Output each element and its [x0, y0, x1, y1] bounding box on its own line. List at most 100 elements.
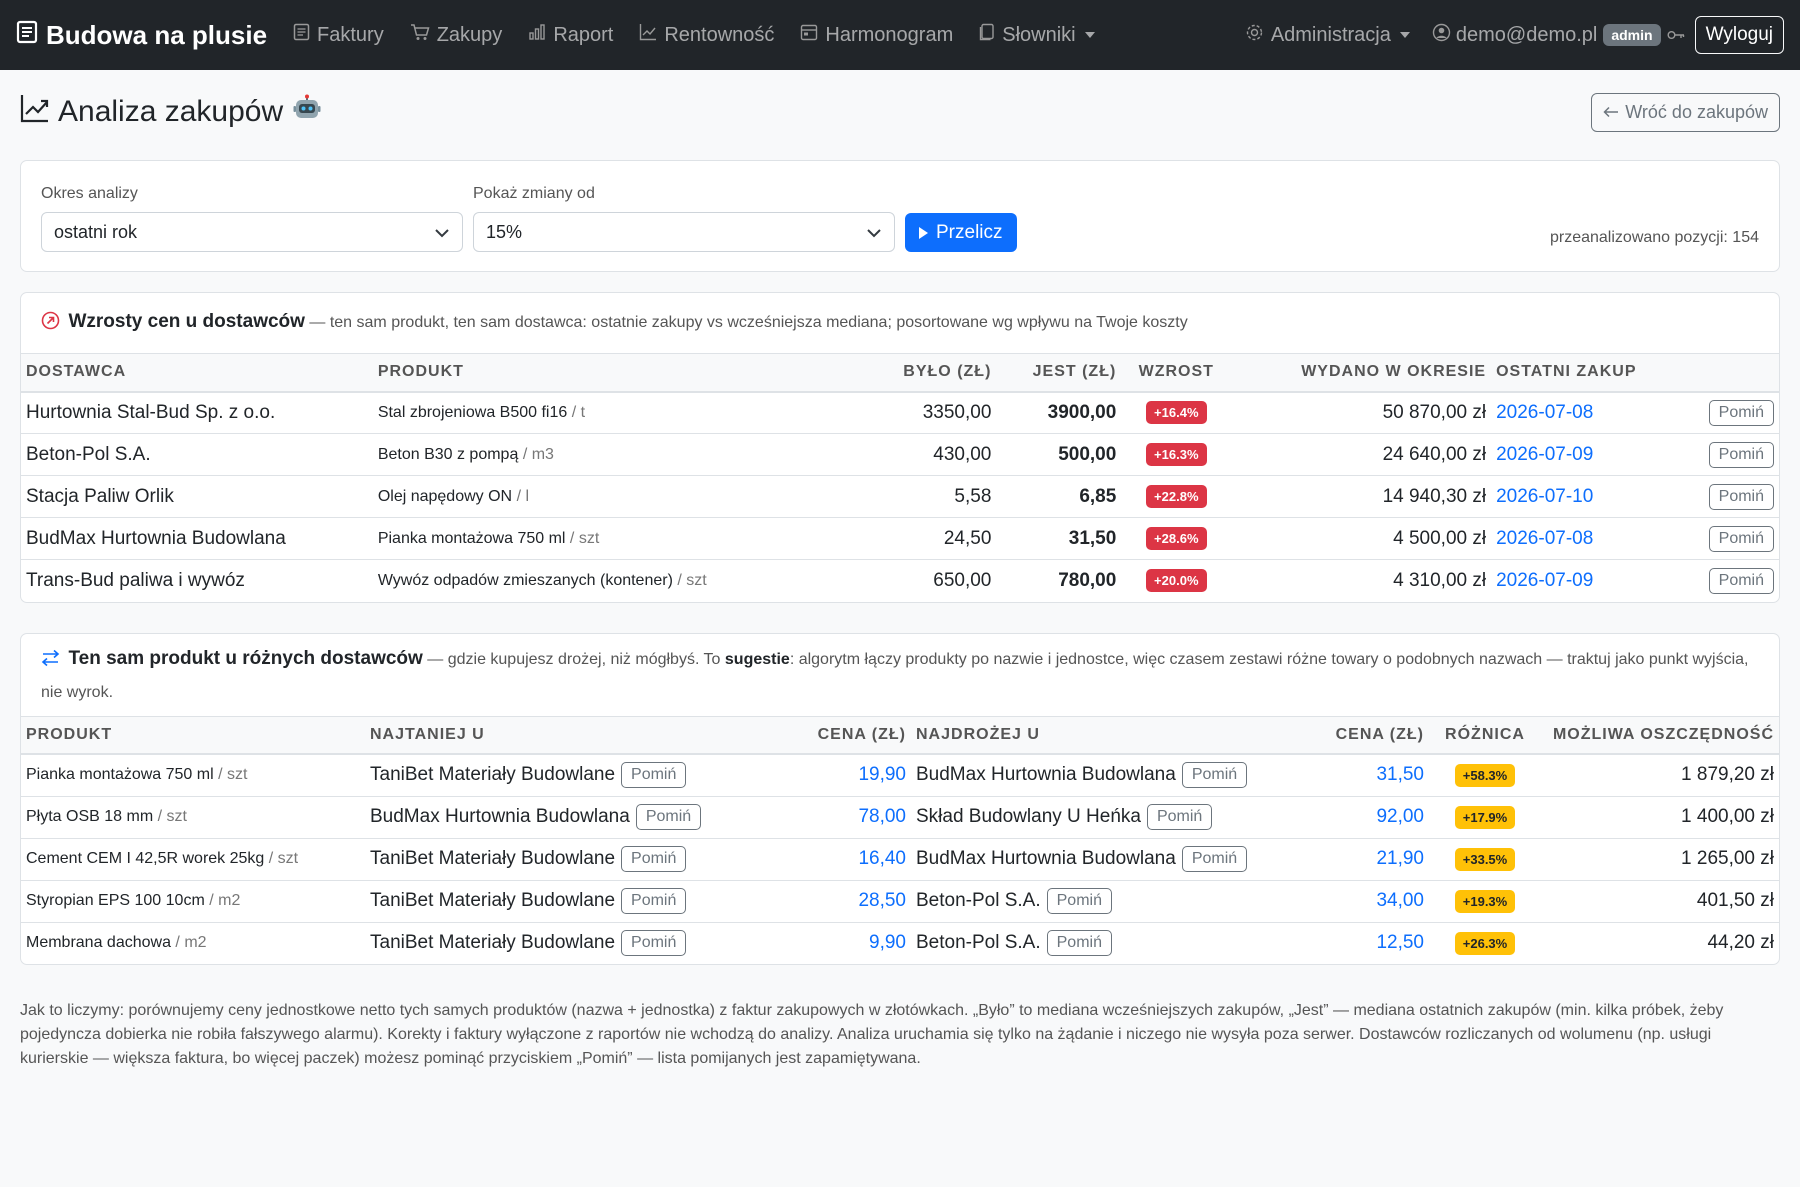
logout-button[interactable]: Wyloguj — [1694, 16, 1784, 54]
column-header: WZROST — [1121, 353, 1232, 393]
skip-button[interactable]: Pomiń — [1181, 762, 1248, 789]
skip-button[interactable]: Pomiń — [621, 930, 687, 957]
product-unit: / szt — [157, 808, 187, 825]
cheapest-supplier-cell: TaniBet Materiały Budowlane Pomiń — [365, 754, 761, 797]
most-expensive-price-link[interactable]: 12,50 — [1299, 922, 1429, 964]
product-name: Cement CEM I 42,5R worek 25kg — [26, 850, 265, 867]
most-expensive-price-link[interactable]: 92,00 — [1299, 796, 1429, 839]
column-header: RÓŻNICA — [1429, 715, 1541, 755]
last-purchase-link[interactable]: 2026-07-09 — [1491, 433, 1691, 476]
last-purchase-link[interactable]: 2026-07-10 — [1491, 475, 1691, 518]
nav-item-rentownosc[interactable]: Rentowność — [639, 23, 774, 47]
product-name: Płyta OSB 18 mm — [26, 808, 154, 825]
column-header: NAJDROŻEJ U — [911, 715, 1299, 755]
product-name: Stal zbrojeniowa B500 fi16 — [377, 403, 568, 421]
product-unit: / m2 — [175, 934, 207, 952]
cheapest-price-link[interactable]: 9,90 — [761, 922, 911, 964]
bar-chart-icon — [528, 23, 546, 47]
calendar-icon — [800, 23, 818, 47]
supplier-cell: BudMax Hurtownia Budowlana — [21, 517, 373, 560]
table-row: BudMax Hurtownia Budowlana Pianka montaż… — [21, 517, 1779, 560]
section-subtitle-pre: — gdzie kupujesz drożej, niż mógłbyś. To — [427, 650, 725, 668]
nav-item-harmonogram[interactable]: Harmonogram — [800, 23, 953, 47]
diff-cell: +26.3% — [1429, 922, 1541, 964]
most-expensive-supplier-cell: BudMax Hurtownia Budowlana Pomiń — [911, 838, 1299, 881]
last-purchase-link[interactable]: 2026-07-09 — [1491, 560, 1691, 602]
supplier-name: BudMax Hurtownia Budowlana — [370, 806, 630, 828]
skip-button[interactable]: Pomiń — [1708, 483, 1774, 510]
nav-item-raport[interactable]: Raport — [528, 23, 613, 47]
skip-button[interactable]: Pomiń — [1708, 525, 1774, 552]
key-icon[interactable] — [1667, 29, 1685, 41]
product-unit: / szt — [677, 571, 707, 589]
nav-item-label: Administracja — [1270, 23, 1391, 46]
skip-button[interactable]: Pomiń — [621, 846, 687, 872]
skip-button[interactable]: Pomiń — [1708, 567, 1774, 594]
section-title: Ten sam produkt u różnych dostawców — [68, 647, 423, 669]
table-row: Beton-Pol S.A. Beton B30 z pompą / m3 43… — [21, 433, 1779, 476]
was-price-cell: 430,00 — [842, 433, 997, 476]
title-row: Analiza zakupów Wróć do zakupów — [20, 72, 1780, 152]
skip-button[interactable]: Pomiń — [1046, 930, 1112, 957]
nav-item-label: Faktury — [317, 23, 384, 46]
period-select[interactable]: ostatni rok — [41, 212, 463, 252]
page-title: Analiza zakupów — [20, 93, 321, 131]
column-header: JEST (ZŁ) — [996, 353, 1122, 393]
saving-cell: 1 265,00 zł — [1541, 838, 1779, 881]
last-purchase-link[interactable]: 2026-07-08 — [1491, 517, 1691, 560]
product-cell: Beton B30 z pompą / m3 — [372, 433, 843, 476]
supplier-name: BudMax Hurtownia Budowlana — [916, 764, 1176, 786]
back-to-purchases-button[interactable]: Wróć do zakupów — [1591, 92, 1780, 132]
most-expensive-supplier-cell: Skład Budowlany U Heńka Pomiń — [911, 796, 1299, 839]
threshold-select[interactable]: 15% — [473, 212, 895, 252]
skip-button[interactable]: Pomiń — [635, 804, 702, 830]
column-header: PRODUKT — [21, 715, 365, 755]
skip-button[interactable]: Pomiń — [1181, 846, 1248, 872]
diff-cell: +58.3% — [1429, 754, 1541, 797]
most-expensive-price-link[interactable]: 34,00 — [1299, 880, 1429, 923]
supplier-name: Beton-Pol S.A. — [916, 932, 1041, 954]
nav-item-zakupy[interactable]: Zakupy — [410, 23, 502, 47]
user-icon — [1432, 23, 1451, 48]
column-header: OSTATNI ZAKUP — [1491, 353, 1691, 393]
supplier-name: BudMax Hurtownia Budowlana — [916, 848, 1176, 870]
cheapest-price-link[interactable]: 78,00 — [761, 796, 911, 839]
supplier-comparison-table: PRODUKT NAJTANIEJ U CENA (ZŁ) NAJDROŻEJ … — [21, 715, 1779, 965]
was-price-cell: 3350,00 — [842, 391, 997, 434]
brand[interactable]: Budowa na plusie — [16, 20, 267, 51]
was-price-cell: 24,50 — [842, 517, 997, 560]
nav-item-administracja[interactable]: Administracja — [1245, 23, 1410, 48]
change-badge: +20.0% — [1146, 569, 1207, 593]
cheapest-price-link[interactable]: 19,90 — [761, 754, 911, 797]
nav-item-label: Słowniki — [1002, 23, 1076, 46]
last-purchase-link[interactable]: 2026-07-08 — [1491, 391, 1691, 434]
cheapest-price-link[interactable]: 28,50 — [761, 880, 911, 923]
skip-button[interactable]: Pomiń — [1146, 804, 1213, 830]
spent-cell: 14 940,30 zł — [1231, 475, 1492, 518]
user-menu[interactable]: demo@demo.pl admin — [1432, 23, 1661, 48]
nav-item-faktury[interactable]: Faktury — [293, 23, 384, 47]
skip-button[interactable]: Pomiń — [1708, 441, 1774, 468]
change-cell: +20.0% — [1121, 560, 1231, 602]
product-unit: / szt — [569, 529, 600, 547]
most-expensive-price-link[interactable]: 21,90 — [1299, 838, 1429, 881]
skip-button[interactable]: Pomiń — [621, 762, 687, 789]
column-header: CENA (ZŁ) — [761, 715, 911, 755]
change-cell: +16.4% — [1121, 391, 1232, 434]
period-value: ostatni rok — [54, 221, 138, 242]
table-row: Cement CEM I 42,5R worek 25kg / szt Tani… — [21, 838, 1779, 881]
recalculate-button[interactable]: Przelicz — [905, 213, 1017, 252]
diff-badge: +58.3% — [1454, 763, 1516, 787]
cheapest-price-link[interactable]: 16,40 — [761, 838, 911, 881]
robot-icon — [293, 94, 321, 130]
skip-button[interactable]: Pomiń — [1046, 888, 1112, 914]
nav-items: Faktury Zakupy Raport Rentowność Harmono… — [293, 23, 1245, 47]
period-label: Okres analizy — [41, 185, 138, 202]
table-header-row: PRODUKT NAJTANIEJ U CENA (ZŁ) NAJDROŻEJ … — [21, 715, 1779, 755]
most-expensive-price-link[interactable]: 31,50 — [1299, 754, 1429, 797]
skip-button[interactable]: Pomiń — [621, 888, 687, 914]
saving-cell: 401,50 zł — [1541, 880, 1779, 923]
nav-item-slowniki[interactable]: Słowniki — [979, 23, 1095, 47]
action-cell: Pomiń — [1690, 475, 1779, 518]
skip-button[interactable]: Pomiń — [1708, 399, 1774, 426]
